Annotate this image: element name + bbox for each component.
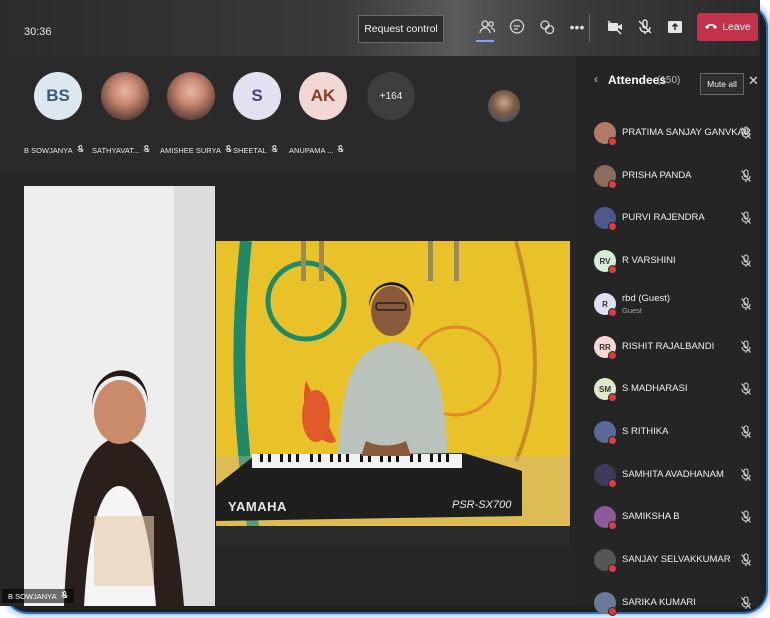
status-dot <box>608 521 617 530</box>
mic-off-icon <box>143 145 150 155</box>
phone-icon <box>704 21 718 34</box>
status-dot <box>608 607 617 616</box>
attendee-name: PRISHA PANDA <box>622 170 692 181</box>
mic-off-icon <box>77 145 84 155</box>
attendee-row[interactable]: SANJAY SELVAKKUMAR <box>594 545 760 575</box>
meeting-timer: 30:36 <box>24 26 52 38</box>
participant-name: B SOWJANYA <box>24 145 84 155</box>
attendee-row[interactable]: PRATIMA SANJAY GANVKAR <box>594 118 760 148</box>
participant-name-text: ANUPAMA ... <box>289 146 334 155</box>
chat-icon[interactable] <box>506 16 528 38</box>
participant-name: SATHYAVAT... <box>92 145 150 155</box>
mic-off-icon[interactable] <box>740 553 752 567</box>
mic-off-icon[interactable] <box>740 211 752 225</box>
mic-off-icon[interactable] <box>740 126 752 140</box>
participant-name-text: B SOWJANYA <box>24 146 73 155</box>
attendee-row[interactable]: PRISHA PANDA <box>594 161 760 191</box>
mute-all-button[interactable]: Mute all <box>700 73 744 95</box>
attendee-row[interactable]: SARIKA KUMARI <box>594 588 760 618</box>
participant-avatar[interactable] <box>101 72 149 120</box>
raise-hand-icon[interactable] <box>536 16 558 38</box>
attendee-name: PRATIMA SANJAY GANVKAR <box>622 127 751 138</box>
participant-video-thumbnail[interactable] <box>488 90 520 122</box>
participant-avatar[interactable] <box>167 72 215 120</box>
attendee-row[interactable]: RV R VARSHINI <box>594 246 760 276</box>
video-tile-1[interactable] <box>24 186 215 606</box>
status-dot <box>608 180 617 189</box>
mic-off-icon[interactable] <box>634 16 656 38</box>
overflow-participants-button[interactable]: +164 <box>367 72 415 120</box>
status-dot <box>608 564 617 573</box>
mic-off-icon[interactable] <box>740 340 752 354</box>
attendee-name: SAMIKSHA B <box>622 511 680 522</box>
attendees-count: (150) <box>657 75 681 86</box>
attendee-row[interactable]: Rrbd (Guest) Guest <box>594 289 760 319</box>
participant-name: ANUPAMA ... <box>289 145 344 155</box>
keyboard-model-label: PSR-SX700 <box>452 499 512 511</box>
status-dot <box>608 222 617 231</box>
attendee-name: RISHIT RAJALBANDI <box>622 341 715 352</box>
mic-off-icon[interactable] <box>740 510 752 524</box>
status-dot <box>608 308 617 317</box>
video-tile-1-name: B SOWJANYA <box>2 589 75 603</box>
participant-name: AMISHEE SURYA <box>160 145 232 155</box>
attendee-name: S RITHIKA <box>622 426 669 437</box>
participant-name-text: SATHYAVAT... <box>92 146 140 155</box>
attendee-role: Guest <box>622 306 643 315</box>
keyboard-brand-label: YAMAHA <box>228 499 287 514</box>
mic-off-icon[interactable] <box>740 382 752 396</box>
status-dot <box>608 351 617 360</box>
leave-label: Leave <box>722 21 751 33</box>
attendee-row[interactable]: RR RISHIT RAJALBANDI <box>594 332 760 362</box>
participant-name: SHEETAL <box>233 145 278 155</box>
attendee-row[interactable]: SAMHITA AVADHANAM <box>594 460 760 490</box>
mic-off-icon[interactable] <box>740 169 752 183</box>
share-icon[interactable] <box>664 16 686 38</box>
attendee-name: SANJAY SELVAKKUMAR <box>622 554 731 565</box>
status-dot <box>608 137 617 146</box>
people-active-indicator <box>476 40 494 42</box>
attendee-row[interactable]: SAMIKSHA B <box>594 502 760 532</box>
participant-avatar[interactable]: AK <box>299 72 347 120</box>
mic-off-icon[interactable] <box>740 297 752 311</box>
attendee-row[interactable]: PURVI RAJENDRA <box>594 203 760 233</box>
mic-off-icon <box>271 145 278 155</box>
mic-off-icon[interactable] <box>740 596 752 610</box>
status-dot <box>608 479 617 488</box>
participant-avatar[interactable]: S <box>233 72 281 120</box>
status-dot <box>608 436 617 445</box>
people-icon[interactable] <box>476 16 498 38</box>
mic-off-icon[interactable] <box>740 425 752 439</box>
mic-off-icon <box>337 145 344 155</box>
mic-off-icon[interactable] <box>740 254 752 268</box>
attendee-name: R VARSHINI <box>622 255 676 266</box>
participant-name-text: SHEETAL <box>233 146 267 155</box>
attendee-row[interactable]: S RITHIKA <box>594 417 760 447</box>
mic-off-icon[interactable] <box>740 468 752 482</box>
mic-off-icon <box>61 591 68 601</box>
attendee-name: PURVI RAJENDRA <box>622 212 705 223</box>
video-tile-2[interactable]: YAMAHA PSR-SX700 <box>216 241 570 546</box>
status-dot <box>608 265 617 274</box>
more-icon[interactable]: ••• <box>566 16 588 38</box>
toolbar-separator <box>589 14 590 42</box>
mic-off-icon <box>225 145 232 155</box>
participant-avatar[interactable]: BS <box>34 72 82 120</box>
attendee-name: rbd (Guest) <box>622 293 671 304</box>
leave-button[interactable]: Leave <box>697 13 758 41</box>
back-chevron-icon[interactable]: ‹ <box>594 72 598 86</box>
camera-off-icon[interactable] <box>604 16 626 38</box>
attendee-name: SAMHITA AVADHANAM <box>622 469 724 480</box>
status-dot <box>608 393 617 402</box>
attendee-row[interactable]: SM S MADHARASI <box>594 374 760 404</box>
request-control-button[interactable]: Request control <box>358 15 444 43</box>
attendee-name: S MADHARASI <box>622 383 688 394</box>
attendee-name: SARIKA KUMARI <box>622 597 696 608</box>
close-icon[interactable]: ✕ <box>748 73 759 89</box>
participant-name-text: AMISHEE SURYA <box>160 146 221 155</box>
